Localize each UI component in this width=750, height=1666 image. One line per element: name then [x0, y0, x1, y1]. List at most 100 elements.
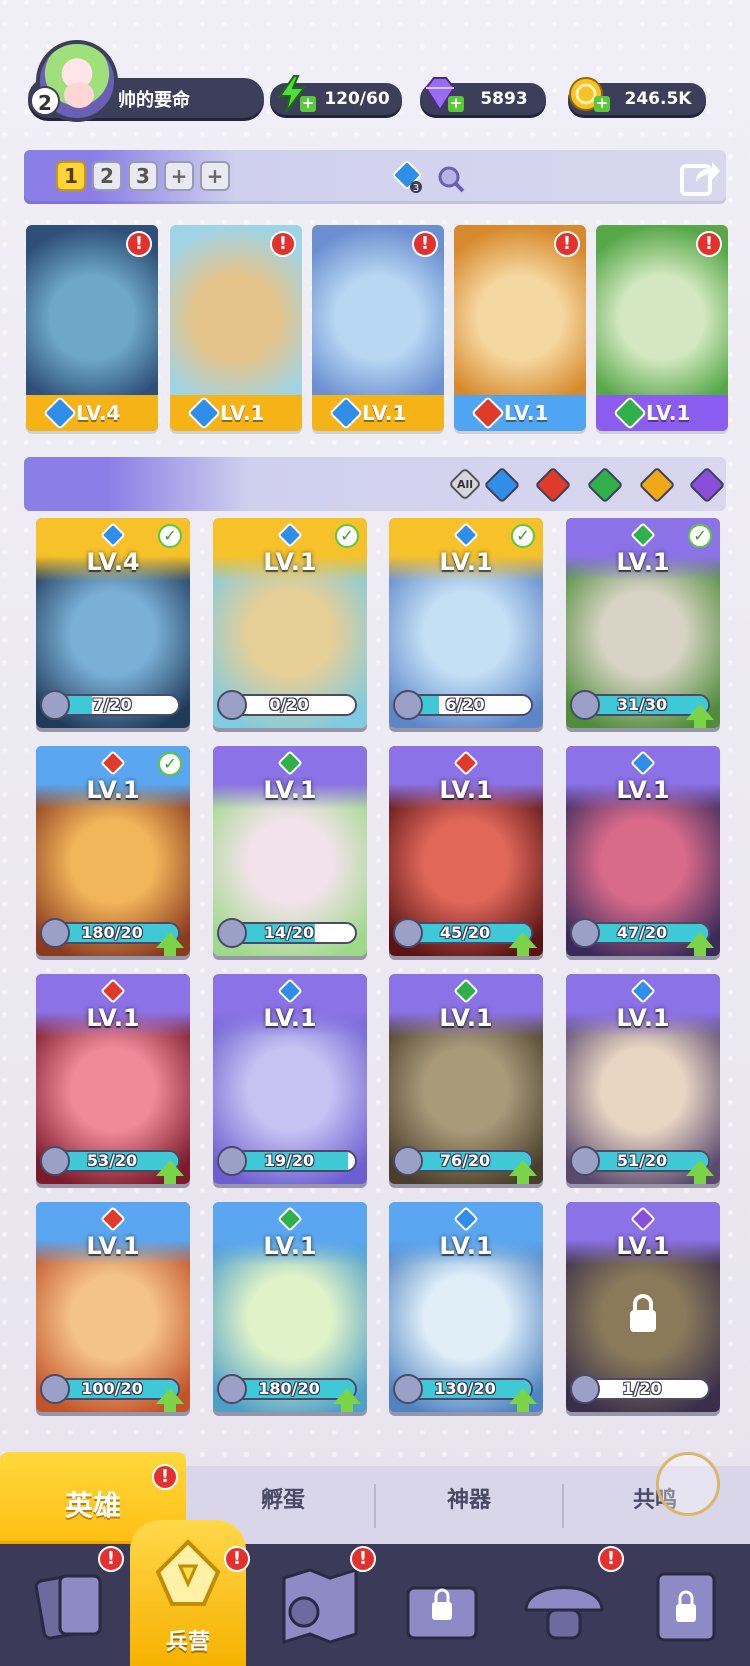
hero-card[interactable]: LV.1 1/20	[566, 1202, 720, 1412]
upgrade-arrow-icon	[156, 1160, 184, 1184]
team-tab-1[interactable]: 1	[56, 161, 86, 191]
upgrade-arrow-icon	[156, 932, 184, 956]
hero-card[interactable]: LV.1 47/20	[566, 746, 720, 956]
hero-card[interactable]: LV.1 76/20	[389, 974, 543, 1184]
share-icon[interactable]	[678, 156, 722, 200]
hero-card[interactable]: LV.1 6/20 ✓	[389, 518, 543, 728]
upgrade-arrow-icon	[156, 1388, 184, 1412]
hero-card[interactable]: LV.1 100/20	[36, 1202, 190, 1412]
squad-slot[interactable]: LV.1 !	[454, 225, 586, 431]
add-coins-icon[interactable]: +	[594, 96, 610, 112]
locked-chest-icon[interactable]	[392, 1556, 492, 1656]
upgrade-arrow-icon	[509, 932, 537, 956]
tab-artifacts[interactable]: 神器	[414, 1482, 524, 1514]
in-team-check-icon: ✓	[511, 524, 535, 548]
hero-level: LV.1	[263, 1004, 317, 1032]
squad-slot[interactable]: LV.1 !	[596, 225, 728, 431]
hero-card[interactable]: LV.1 180/20	[213, 1202, 367, 1412]
hero-level: LV.1	[263, 548, 317, 576]
hero-level: LV.1	[86, 776, 140, 804]
hero-card[interactable]: LV.4 7/20 ✓	[36, 518, 190, 728]
nav-barracks-alert: !	[224, 1546, 250, 1572]
heroes-alert-badge: !	[152, 1464, 178, 1490]
hero-card[interactable]: LV.1 51/20	[566, 974, 720, 1184]
hero-level: LV.1	[616, 1004, 670, 1032]
hero-card[interactable]: LV.1 31/30 ✓	[566, 518, 720, 728]
svg-text:All: All	[457, 478, 473, 491]
shard-icon	[217, 690, 247, 720]
team-tab-3[interactable]: 3	[128, 161, 158, 191]
squad-slot[interactable]: LV.4 !	[26, 225, 158, 431]
shard-icon	[393, 690, 423, 720]
hero-card[interactable]: LV.1 180/20 ✓	[36, 746, 190, 956]
shard-icon	[570, 690, 600, 720]
shard-icon	[40, 1146, 70, 1176]
shard-icon	[393, 1374, 423, 1404]
mushroom-icon[interactable]	[514, 1556, 614, 1656]
hero-level: LV.1	[263, 1232, 317, 1260]
hero-card[interactable]: LV.1 45/20	[389, 746, 543, 956]
shard-icon	[570, 918, 600, 948]
hero-level: LV.1	[86, 1004, 140, 1032]
upgrade-arrow-icon	[686, 932, 714, 956]
squad-alert-badge: !	[126, 231, 152, 257]
team-tab-2[interactable]: 2	[92, 161, 122, 191]
energy-value: 120/60	[324, 89, 390, 109]
shard-icon	[393, 918, 423, 948]
sparkle-float-button[interactable]	[656, 1452, 720, 1516]
shard-icon	[217, 1374, 247, 1404]
player-name: 帅的要命	[118, 90, 190, 111]
hero-card[interactable]: LV.1 14/20	[213, 746, 367, 956]
filter-all-button[interactable]: All	[447, 466, 483, 502]
hero-level: LV.1	[616, 1232, 670, 1260]
squad-alert-badge: !	[270, 231, 296, 257]
hero-card[interactable]: LV.1 53/20	[36, 974, 190, 1184]
nav-cards-alert: !	[98, 1546, 124, 1572]
player-level-badge: 2	[30, 86, 60, 116]
element-count: 3	[413, 183, 419, 194]
squad-alert-badge: !	[696, 231, 722, 257]
shard-icon	[40, 918, 70, 948]
lock-icon	[630, 1294, 656, 1332]
hero-card[interactable]: LV.1 0/20 ✓	[213, 518, 367, 728]
shard-icon	[217, 1146, 247, 1176]
hero-level: LV.4	[86, 548, 140, 576]
nav-map-alert: !	[350, 1546, 376, 1572]
upgrade-arrow-icon	[686, 1160, 714, 1184]
in-team-check-icon: ✓	[158, 524, 182, 548]
hero-level: LV.1	[263, 776, 317, 804]
tab-divider	[562, 1484, 564, 1528]
hero-card[interactable]: LV.1 19/20	[213, 974, 367, 1184]
upgrade-arrow-icon	[509, 1160, 537, 1184]
water-element-count-icon[interactable]: 3	[390, 160, 424, 194]
upgrade-arrow-icon	[333, 1388, 361, 1412]
shard-icon	[570, 1374, 600, 1404]
map-icon[interactable]	[270, 1556, 370, 1656]
hero-level: LV.1	[439, 776, 493, 804]
search-icon[interactable]	[436, 164, 466, 194]
tab-divider	[374, 1484, 376, 1528]
hero-level: LV.1	[439, 548, 493, 576]
in-team-check-icon: ✓	[158, 752, 182, 776]
locked-door-icon[interactable]	[636, 1556, 736, 1656]
coin-value: 246.5K	[624, 89, 692, 109]
shard-icon	[40, 1374, 70, 1404]
barracks-icon	[155, 1539, 221, 1606]
nav-barracks-label: 兵营	[165, 1630, 210, 1655]
add-gems-icon[interactable]: +	[448, 96, 464, 112]
hero-card[interactable]: LV.1 130/20	[389, 1202, 543, 1412]
nav-mushroom-alert: !	[598, 1546, 624, 1572]
hero-level: LV.1	[616, 548, 670, 576]
add-energy-icon[interactable]: +	[300, 96, 316, 112]
tab-heroes-label: 英雄	[64, 1489, 121, 1522]
in-team-check-icon: ✓	[688, 524, 712, 548]
squad-slot[interactable]: LV.1 !	[170, 225, 302, 431]
squad-slot[interactable]: LV.1 !	[312, 225, 444, 431]
team-tab-add-1[interactable]: +	[164, 161, 194, 191]
squad-alert-badge: !	[412, 231, 438, 257]
gem-value: 5893	[480, 89, 528, 109]
hero-level: LV.1	[439, 1232, 493, 1260]
team-tab-add-2[interactable]: +	[200, 161, 230, 191]
squad-alert-badge: !	[554, 231, 580, 257]
tab-incubate[interactable]: 孵蛋	[228, 1482, 338, 1514]
